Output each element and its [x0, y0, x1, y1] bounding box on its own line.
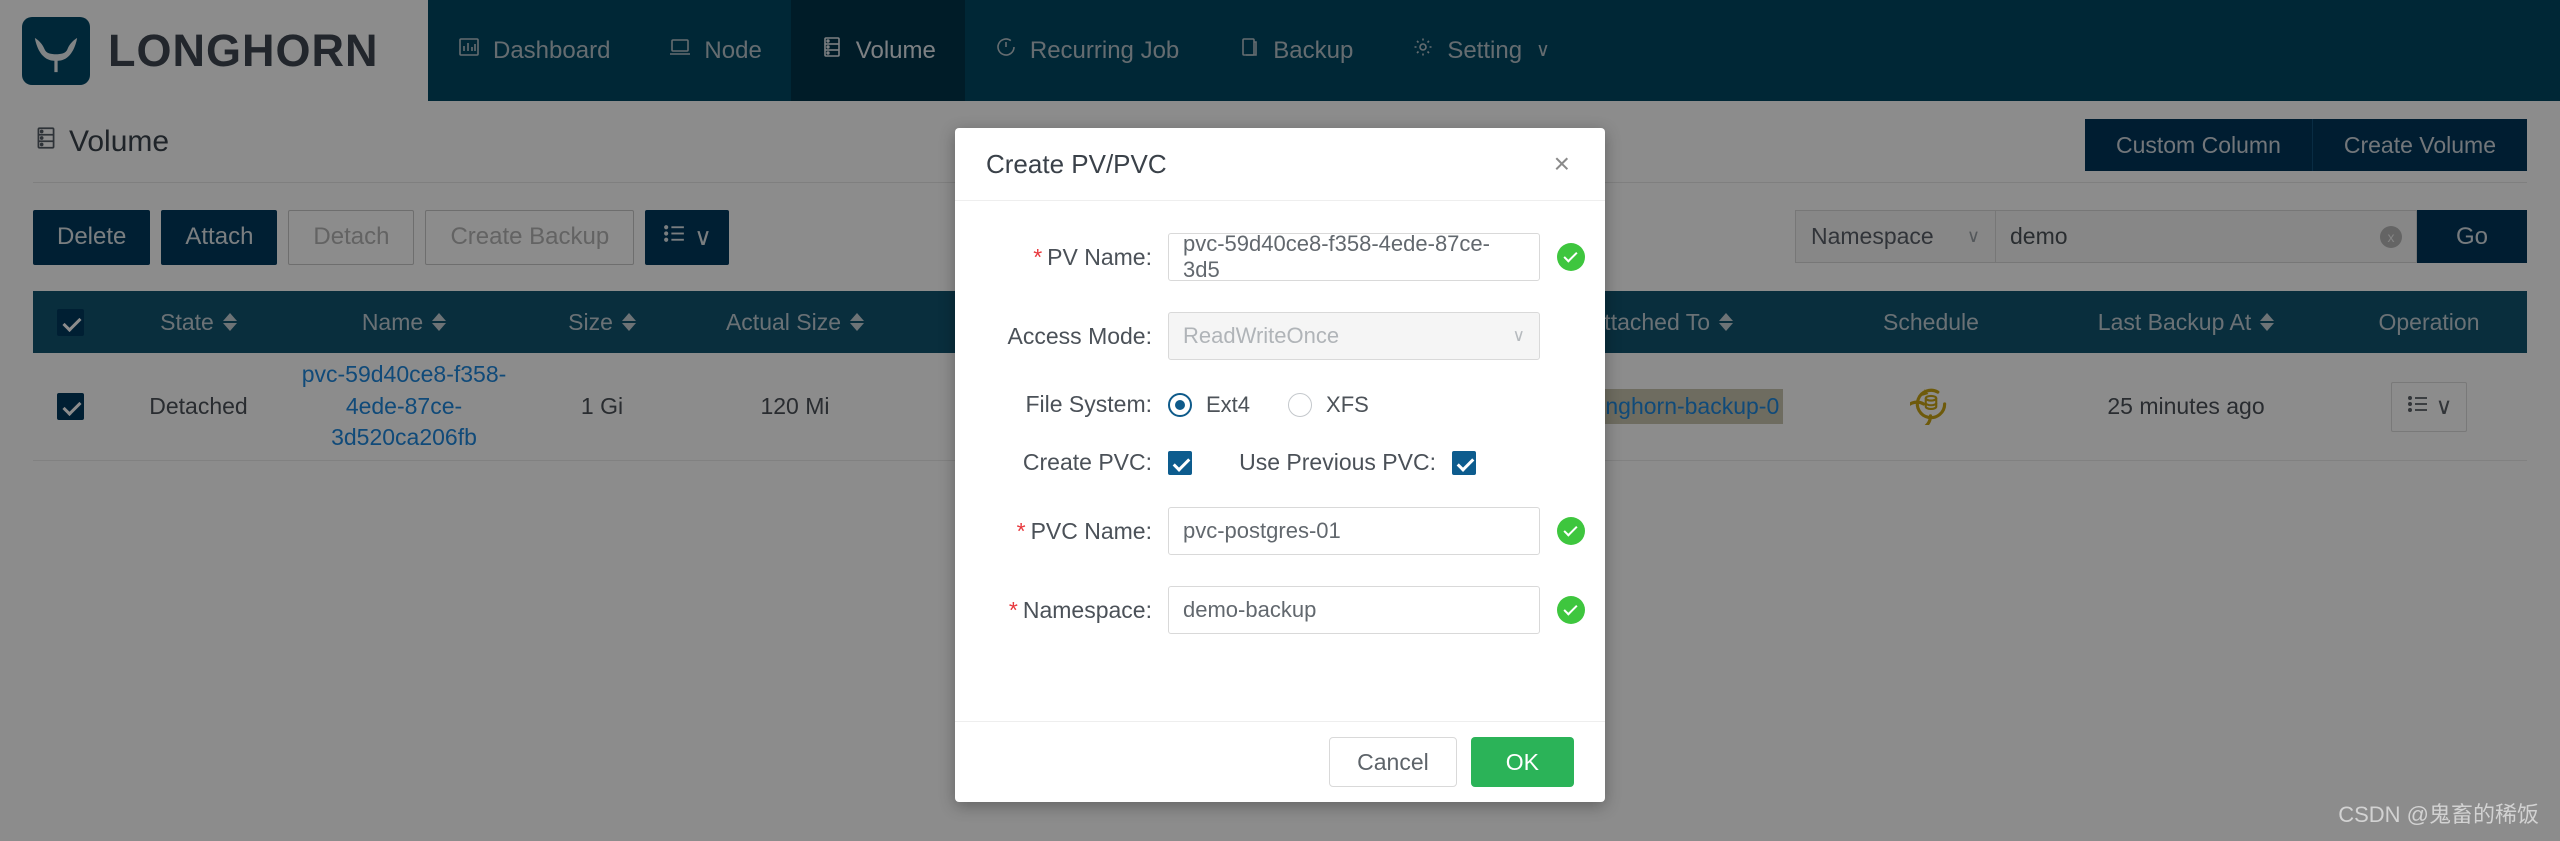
cancel-button[interactable]: Cancel	[1329, 737, 1457, 787]
required-marker: *	[1016, 517, 1026, 544]
pv-name-label-text: PV Name:	[1047, 243, 1152, 270]
pv-name-input[interactable]: pvc-59d40ce8-f358-4ede-87ce-3d5	[1168, 231, 1540, 282]
close-icon[interactable]: ×	[1550, 146, 1574, 182]
pv-name-label: * PV Name:	[955, 244, 1168, 271]
field-file-system: File System: Ext4 XFS	[955, 391, 1605, 418]
chevron-down-icon: ∨	[1512, 326, 1525, 345]
dialog-header: Create PV/PVC ×	[955, 128, 1605, 201]
required-marker: *	[1008, 596, 1018, 623]
create-pvc-checkbox[interactable]	[1168, 450, 1192, 475]
namespace-label: * Namespace:	[955, 597, 1168, 624]
field-pvc-name: * PVC Name: pvc-postgres-01	[955, 507, 1605, 555]
pvc-name-valid-icon	[1557, 517, 1585, 545]
radio-ext4[interactable]	[1168, 392, 1192, 417]
file-system-label: File System:	[1025, 391, 1152, 417]
radio-xfs-label: XFS	[1326, 391, 1369, 417]
required-marker: *	[1033, 243, 1043, 270]
namespace-label-text: Namespace:	[1022, 596, 1152, 623]
field-access-mode: Access Mode: ReadWriteOnce ∨	[955, 312, 1605, 360]
pvc-name-label: * PVC Name:	[955, 518, 1168, 545]
dialog-body: * PV Name: pvc-59d40ce8-f358-4ede-87ce-3d…	[955, 201, 1605, 721]
ok-button[interactable]: OK	[1470, 737, 1574, 787]
use-previous-pvc-label: Use Previous PVC:	[1239, 449, 1436, 475]
radio-ext4-label: Ext4	[1206, 391, 1251, 417]
create-pv-pvc-dialog: Create PV/PVC × * PV Name: pvc-59d40ce8-f…	[955, 128, 1605, 802]
create-pvc-label: Create PVC:	[1022, 449, 1152, 475]
pvc-name-input[interactable]: pvc-postgres-01	[1168, 507, 1540, 555]
radio-xfs[interactable]	[1288, 392, 1313, 417]
use-previous-pvc-checkbox[interactable]	[1452, 450, 1476, 475]
dialog-footer: Cancel OK	[955, 721, 1605, 802]
namespace-input[interactable]: demo-backup	[1168, 586, 1540, 634]
access-mode-value: ReadWriteOnce	[1183, 323, 1340, 348]
watermark: CSDN @鬼畜的稀饭	[2338, 802, 2539, 827]
access-mode-label: Access Mode:	[1007, 322, 1152, 349]
namespace-valid-icon	[1557, 596, 1585, 624]
field-pvc-checkboxes: Create PVC: Use Previous PVC:	[955, 449, 1605, 476]
field-pv-name: * PV Name: pvc-59d40ce8-f358-4ede-87ce-3d…	[955, 231, 1605, 282]
field-namespace: * Namespace: demo-backup	[955, 586, 1605, 634]
file-system-radio-group: Ext4 XFS	[1168, 392, 1369, 418]
pv-name-valid-icon	[1557, 243, 1585, 271]
access-mode-select[interactable]: ReadWriteOnce ∨	[1168, 312, 1540, 360]
dialog-title: Create PV/PVC	[986, 148, 1167, 179]
pvc-name-label-text: PVC Name:	[1030, 517, 1152, 544]
